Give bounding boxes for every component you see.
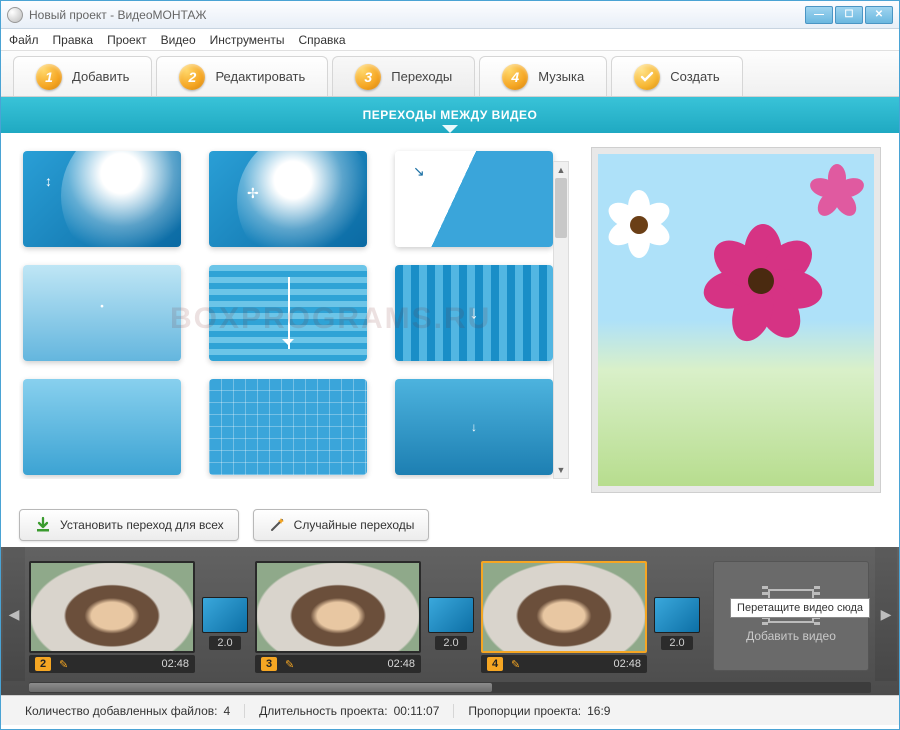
window-title: Новый проект - ВидеоМОНТАЖ [29, 8, 805, 22]
clip-number: 4 [487, 657, 503, 671]
scroll-down-icon[interactable]: ▼ [554, 462, 568, 478]
timeline-clip[interactable]: 2 ✎ 02:48 [29, 561, 195, 673]
drop-tooltip: Перетащите видео сюда [730, 598, 870, 618]
timeline-clip[interactable]: 3 ✎ 02:48 [255, 561, 421, 673]
status-ratio-label: Пропорции проекта: [468, 704, 581, 718]
menubar: Файл Правка Проект Видео Инструменты Спр… [1, 29, 899, 51]
clip-thumbnail [481, 561, 647, 653]
status-duration-label: Длительность проекта: [259, 704, 387, 718]
transition-duration: 2.0 [661, 636, 692, 650]
download-arrow-icon [34, 516, 52, 534]
clip-infobar: 4 ✎ 02:48 [481, 655, 647, 673]
transition-thumb-icon [428, 597, 474, 633]
maximize-button[interactable]: ☐ [835, 6, 863, 24]
clip-number: 3 [261, 657, 277, 671]
workarea: ↕ ✢ ↘ • ↓ ↓ ▲ ▼ [1, 133, 899, 503]
transition-thumb[interactable]: ↓ [395, 265, 553, 361]
status-files-value: 4 [223, 704, 230, 718]
tab-edit-label: Редактировать [215, 69, 305, 84]
menu-video[interactable]: Видео [161, 33, 196, 47]
transition-thumb[interactable]: • [23, 265, 181, 361]
banner-title: ПЕРЕХОДЫ МЕЖДУ ВИДЕО [363, 108, 538, 122]
menu-edit[interactable]: Правка [53, 33, 94, 47]
close-button[interactable]: ✕ [865, 6, 893, 24]
transitions-gallery: ↕ ✢ ↘ • ↓ ↓ [19, 147, 575, 479]
transition-thumb[interactable] [209, 265, 367, 361]
action-buttons: Установить переход для всех Случайные пе… [1, 503, 899, 547]
transition-duration: 2.0 [209, 636, 240, 650]
edit-icon[interactable]: ✎ [511, 658, 520, 671]
step-2-badge: 2 [179, 64, 205, 90]
apply-all-label: Установить переход для всех [60, 518, 224, 532]
timeline: ◀ ▶ 2 ✎ 02:48 2.0 3 ✎ 02:48 2.0 4 ✎ 02:4… [1, 547, 899, 695]
transition-thumb-icon [654, 597, 700, 633]
status-files-label: Количество добавленных файлов: [25, 704, 217, 718]
transition-duration: 2.0 [435, 636, 466, 650]
preview-image [598, 154, 874, 486]
step-4-badge: 4 [502, 64, 528, 90]
transition-slot[interactable]: 2.0 [427, 597, 475, 650]
transition-thumb[interactable]: ✢ [209, 151, 367, 247]
tab-edit[interactable]: 2 Редактировать [156, 56, 328, 96]
titlebar: Новый проект - ВидеоМОНТАЖ — ☐ ✕ [1, 1, 899, 29]
clip-infobar: 2 ✎ 02:48 [29, 655, 195, 673]
menu-help[interactable]: Справка [298, 33, 345, 47]
timeline-clip-selected[interactable]: 4 ✎ 02:48 [481, 561, 647, 673]
step-1-badge: 1 [36, 64, 62, 90]
drop-add-label: Добавить видео [746, 629, 836, 643]
transition-thumb[interactable]: ↘ [395, 151, 553, 247]
transition-thumb-icon [202, 597, 248, 633]
scroll-handle[interactable] [555, 178, 567, 238]
tab-transitions-label: Переходы [391, 69, 452, 84]
clip-infobar: 3 ✎ 02:48 [255, 655, 421, 673]
app-icon [7, 7, 23, 23]
clip-number: 2 [35, 657, 51, 671]
transition-thumb[interactable]: ↕ [23, 151, 181, 247]
step-tabs: 1 Добавить 2 Редактировать 3 Переходы 4 … [1, 51, 899, 97]
transition-thumb[interactable] [209, 379, 367, 475]
scroll-up-icon[interactable]: ▲ [554, 162, 568, 178]
menu-project[interactable]: Проект [107, 33, 147, 47]
tab-music-label: Музыка [538, 69, 584, 84]
transition-thumb[interactable]: ↓ [395, 379, 553, 475]
minimize-button[interactable]: — [805, 6, 833, 24]
step-check-badge [634, 64, 660, 90]
tab-create[interactable]: Создать [611, 56, 742, 96]
random-button[interactable]: Случайные переходы [253, 509, 430, 541]
statusbar: Количество добавленных файлов: 4 Длитель… [1, 695, 899, 725]
transition-slot[interactable]: 2.0 [201, 597, 249, 650]
clip-duration: 02:48 [161, 658, 189, 670]
gallery-scrollbar[interactable]: ▲ ▼ [553, 161, 569, 479]
status-ratio-value: 16:9 [587, 704, 610, 718]
drop-video-slot[interactable]: Добавить видео Перетащите видео сюда [713, 561, 869, 671]
timeline-scroll-handle[interactable] [29, 683, 492, 692]
random-label: Случайные переходы [294, 518, 415, 532]
menu-tools[interactable]: Инструменты [210, 33, 285, 47]
tab-add-label: Добавить [72, 69, 129, 84]
timeline-scrollbar[interactable] [29, 682, 871, 693]
tab-add[interactable]: 1 Добавить [13, 56, 152, 96]
edit-icon[interactable]: ✎ [59, 658, 68, 671]
timeline-next-button[interactable]: ▶ [875, 547, 897, 681]
section-banner: ПЕРЕХОДЫ МЕЖДУ ВИДЕО [1, 97, 899, 133]
menu-file[interactable]: Файл [9, 33, 39, 47]
status-duration-value: 00:11:07 [394, 704, 440, 718]
clip-thumbnail [255, 561, 421, 653]
check-icon [639, 69, 655, 85]
tab-create-label: Создать [670, 69, 719, 84]
apply-all-button[interactable]: Установить переход для всех [19, 509, 239, 541]
transition-thumb[interactable] [23, 379, 181, 475]
edit-icon[interactable]: ✎ [285, 658, 294, 671]
preview-panel [591, 147, 881, 493]
tab-transitions[interactable]: 3 Переходы [332, 56, 475, 96]
step-3-badge: 3 [355, 64, 381, 90]
tab-music[interactable]: 4 Музыка [479, 56, 607, 96]
transition-slot[interactable]: 2.0 [653, 597, 701, 650]
clip-thumbnail [29, 561, 195, 653]
clip-duration: 02:48 [613, 658, 641, 670]
timeline-prev-button[interactable]: ◀ [3, 547, 25, 681]
clip-duration: 02:48 [387, 658, 415, 670]
magic-wand-icon [268, 516, 286, 534]
